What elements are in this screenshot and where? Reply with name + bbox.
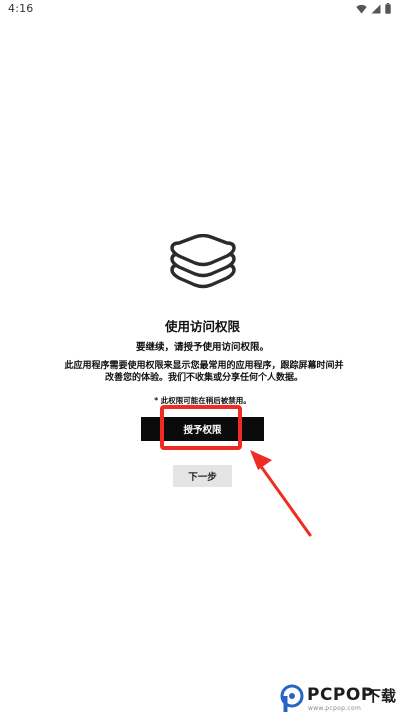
watermark-tagline: www.pcpop.com (308, 705, 362, 712)
wifi-icon (356, 4, 367, 14)
stacked-layers-icon (168, 233, 238, 294)
pcpop-watermark: PCPOP 下载 www.pcpop.com (280, 682, 402, 716)
battery-icon (385, 3, 391, 14)
permission-description: 此应用程序需要使用权限来显示您最常用的应用程序，跟踪屏幕时间并改善您的体验。我们… (64, 361, 344, 383)
next-step-button[interactable]: 下一步 (173, 465, 232, 487)
signal-icon (371, 4, 381, 14)
annotation-arrow-icon (240, 440, 330, 550)
watermark-brand: PCPOP (307, 685, 374, 705)
status-icons (356, 3, 391, 14)
status-bar: 4:16 (0, 0, 405, 18)
watermark-suffix: 下载 (366, 687, 397, 705)
highlight-box (160, 405, 242, 450)
page-subtitle: 要继续，请授予使用访问权限。 (135, 342, 269, 353)
status-time: 4:16 (8, 2, 34, 15)
page-title: 使用访问权限 (164, 319, 240, 334)
